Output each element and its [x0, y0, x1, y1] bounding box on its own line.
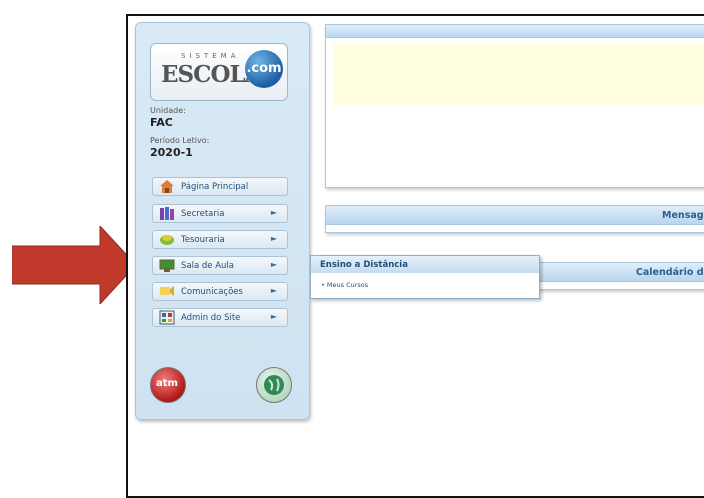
classroom-icon	[159, 258, 175, 273]
notice-area	[334, 43, 704, 105]
messages-panel: Mensage	[325, 205, 704, 233]
chevron-right-icon: ►	[270, 260, 277, 269]
home-icon	[159, 179, 175, 194]
unidade-value: FAC	[150, 116, 173, 129]
messages-title: Mensage	[662, 210, 704, 221]
submenu-title: Ensino a Distância	[320, 260, 408, 270]
globe-icon	[264, 375, 284, 395]
logo-top-text: SISTEMA	[181, 52, 240, 60]
submenu-item-meus-cursos[interactable]: • Meus Cursos	[321, 281, 368, 289]
submenu-item-label: Meus Cursos	[326, 281, 369, 289]
chevron-right-icon: ►	[270, 234, 277, 243]
atm-button[interactable]: atm	[150, 367, 186, 403]
sidebar-item-label: Secretaria	[181, 209, 225, 219]
help-button[interactable]	[256, 367, 292, 403]
sidebar-item-label: Tesouraria	[181, 235, 225, 245]
submenu-header: Ensino a Distância	[311, 256, 539, 273]
atm-label: atm	[156, 378, 178, 389]
books-icon	[159, 206, 175, 221]
sidebar-item-label: Comunicações	[181, 287, 243, 297]
periodo-value: 2020-1	[150, 146, 193, 159]
sidebar-item-admin-do-site[interactable]: Admin do Site ►	[152, 308, 288, 327]
money-icon	[159, 232, 175, 247]
sidebar-item-pagina-principal[interactable]: Página Principal	[152, 177, 288, 196]
unidade-label: Unidade:	[150, 106, 186, 115]
sidebar-item-sala-de-aula[interactable]: Sala de Aula ►	[152, 256, 288, 275]
admin-icon	[159, 310, 175, 325]
sidebar-item-comunicacoes[interactable]: Comunicações ►	[152, 282, 288, 301]
logo-badge: .com	[245, 50, 283, 88]
periodo-label: Período Letivo:	[150, 136, 210, 145]
chevron-right-icon: ►	[270, 312, 277, 321]
notice-panel	[325, 24, 704, 188]
sidebar-item-secretaria[interactable]: Secretaria ►	[152, 204, 288, 223]
logo[interactable]: SISTEMA ESCOLA1 .com	[150, 43, 288, 101]
submenu-sala-de-aula: Ensino a Distância • Meus Cursos	[310, 255, 540, 299]
chevron-right-icon: ►	[270, 208, 277, 217]
messages-panel-header: Mensage	[326, 206, 704, 225]
notice-panel-header	[326, 25, 704, 38]
communication-icon	[159, 284, 175, 299]
sidebar-item-label: Sala de Aula	[181, 261, 234, 271]
chevron-right-icon: ►	[270, 286, 277, 295]
sidebar-item-tesouraria[interactable]: Tesouraria ►	[152, 230, 288, 249]
calendar-title: Calendário de	[635, 267, 704, 278]
sidebar: SISTEMA ESCOLA1 .com Unidade: FAC Períod…	[135, 22, 310, 420]
sidebar-item-label: Admin do Site	[181, 313, 241, 323]
sidebar-item-label: Página Principal	[181, 182, 249, 192]
